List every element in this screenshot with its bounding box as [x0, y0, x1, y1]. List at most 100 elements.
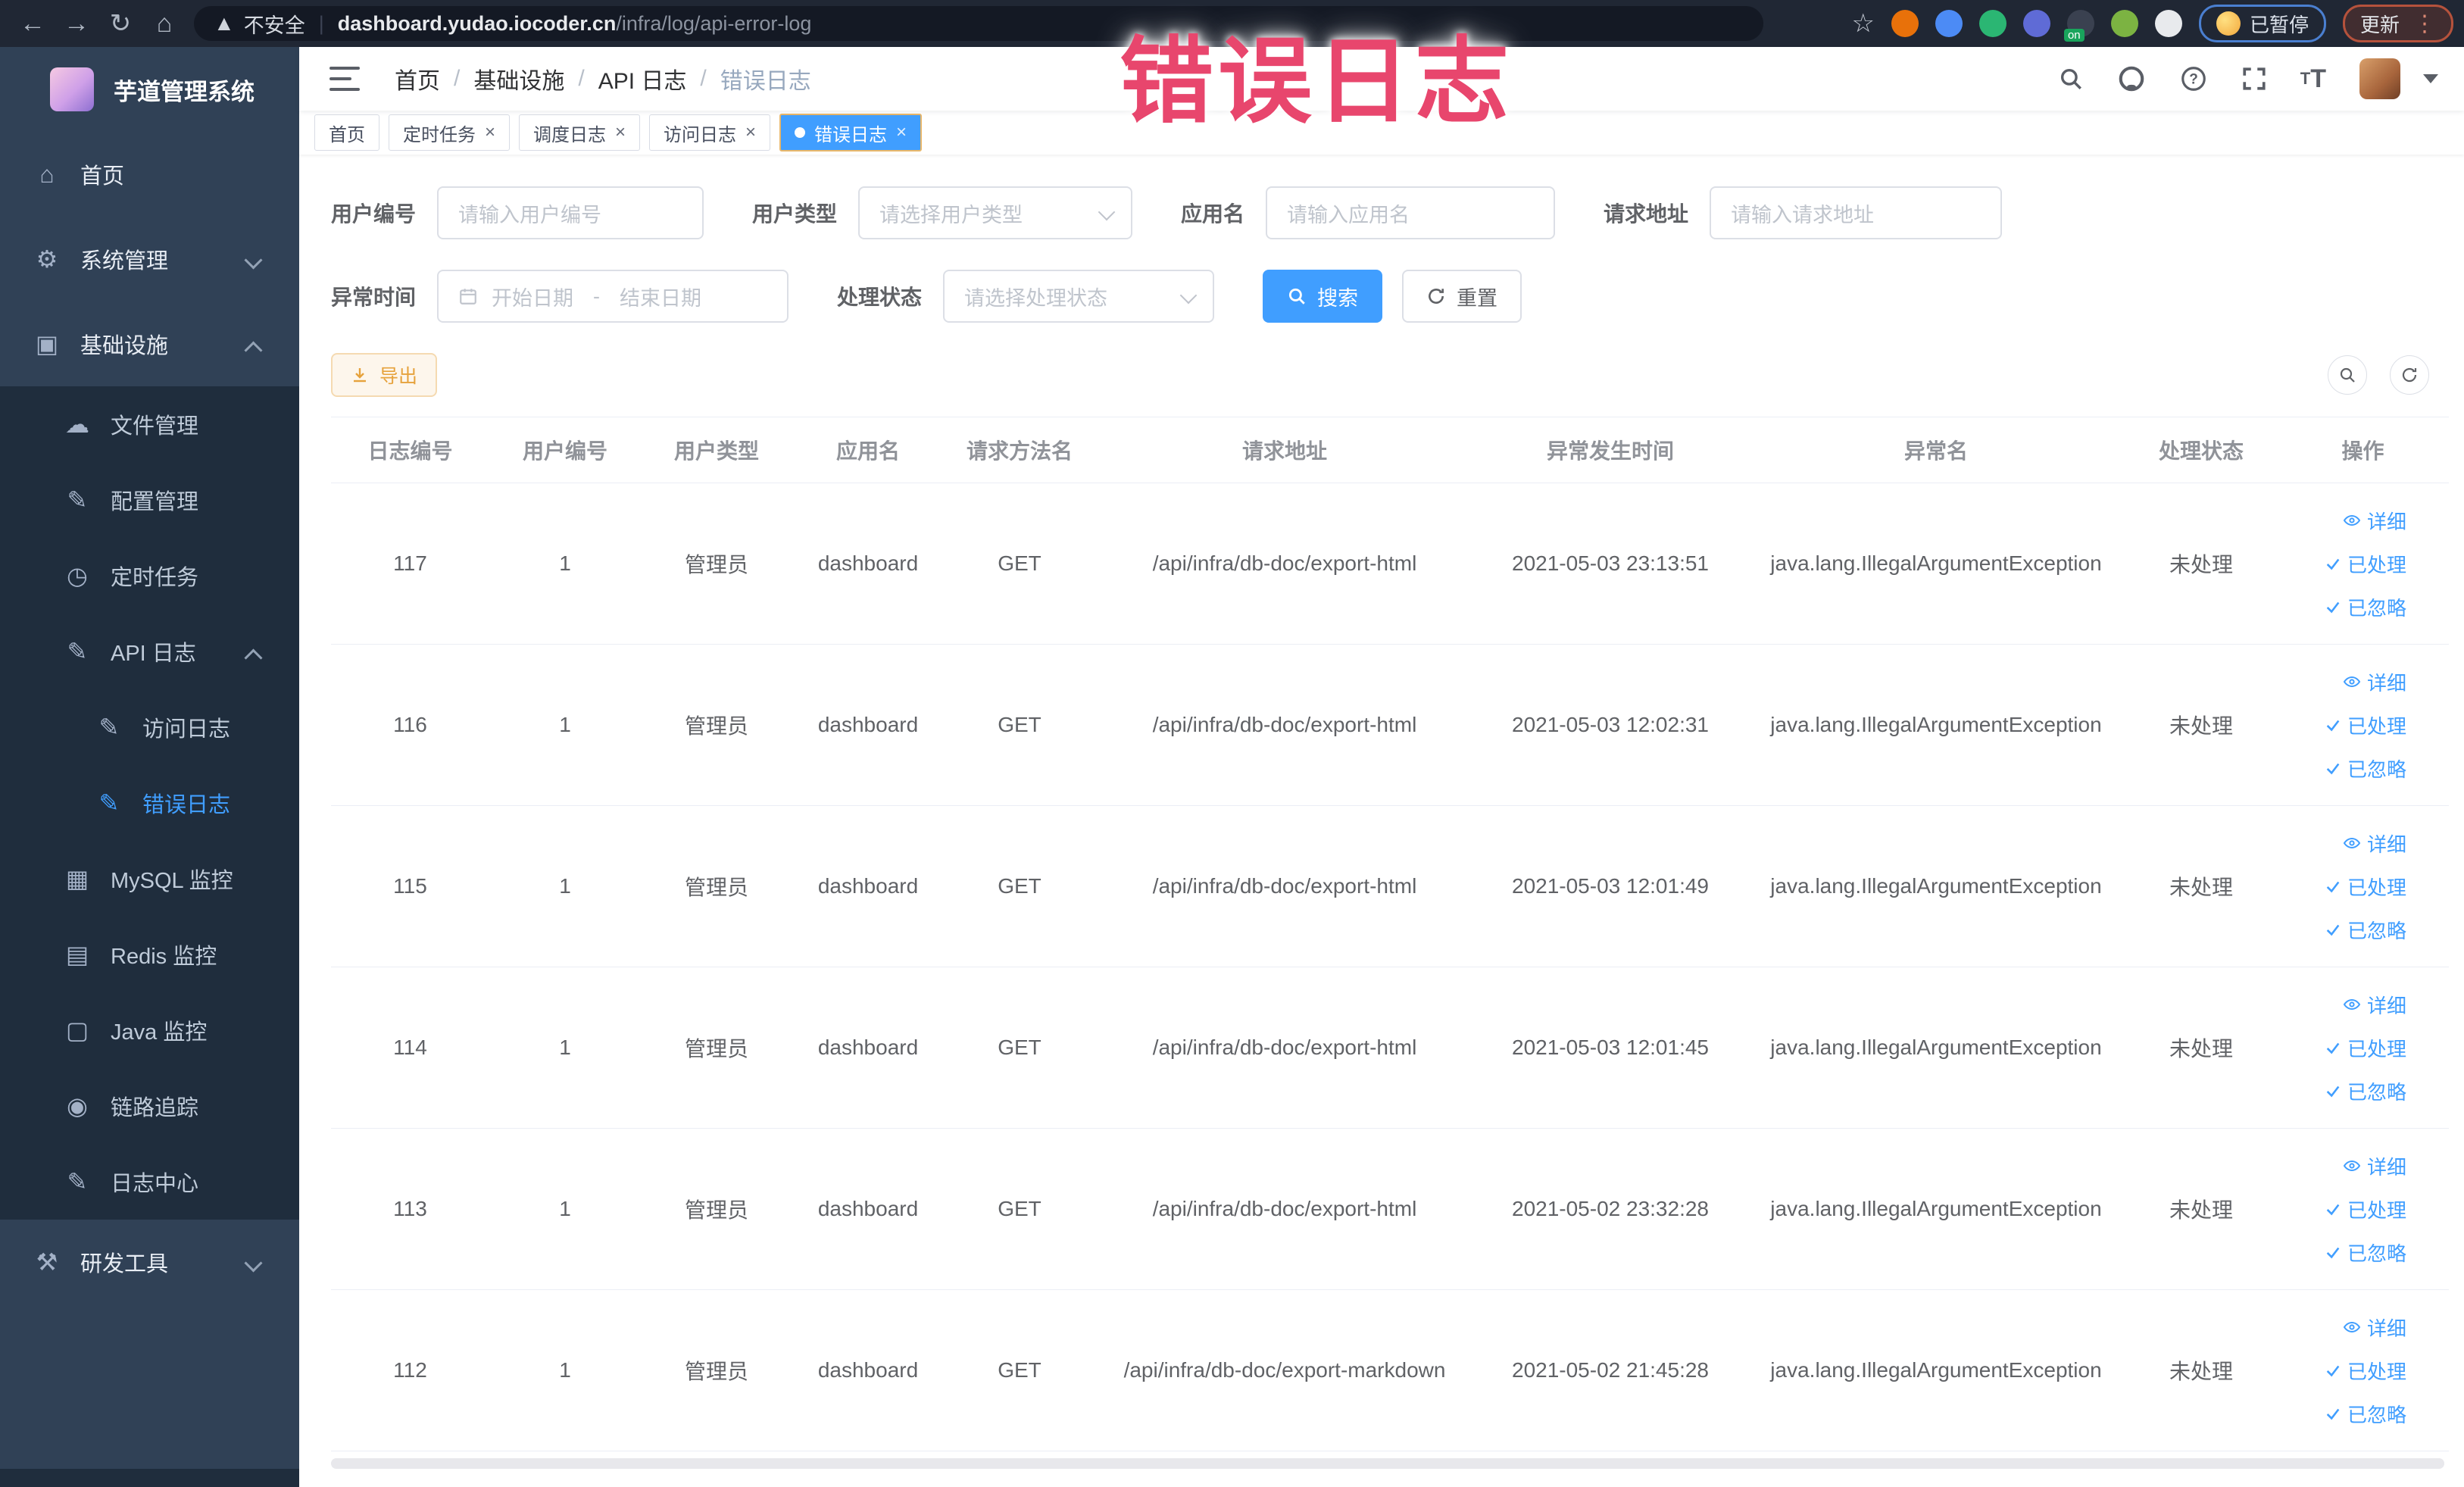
detail-link[interactable]: 详细 [2343, 507, 2406, 535]
action-label: 已处理 [2347, 1037, 2406, 1061]
processed-link[interactable]: 已处理 [2325, 711, 2406, 739]
cell-actions: 详细已处理已忽略 [2277, 644, 2449, 806]
sidebar-item-dev-tools[interactable]: ⚒ 研发工具 [0, 1220, 299, 1304]
cell-app: dashboard [792, 1128, 944, 1290]
address-bar[interactable]: ▲ 不安全 | dashboard.yudao.iocoder.cn /infr… [194, 6, 1763, 41]
sidebar-menu: ⌂ 首页 ⚙ 系统管理 ▣ 基础设施 ☁ 文件管理 ✎ 配置管理 ◷ 定时任务 ✎ API 日志 ✎ 访问日志… [0, 132, 299, 1304]
horizontal-scrollbar[interactable] [331, 1458, 2444, 1469]
processed-link[interactable]: 已处理 [2325, 1357, 2406, 1385]
breadcrumb-separator: / [454, 66, 461, 91]
cell-url: /api/infra/db-doc/export-html [1095, 483, 1474, 645]
processed-link[interactable]: 已处理 [2325, 873, 2406, 901]
cell-time: 2021-05-02 21:45:28 [1474, 1289, 1747, 1451]
sidebar-item-system-management[interactable]: ⚙ 系统管理 [0, 217, 299, 301]
ignored-link[interactable]: 已忽略 [2325, 1077, 2406, 1105]
sidebar-item-scheduled-jobs[interactable]: ◷ 定时任务 [0, 538, 299, 614]
tag-item[interactable]: 访问日志 × [649, 114, 771, 151]
reset-button[interactable]: 重置 [1402, 270, 1522, 323]
sidebar-item-label: 定时任务 [111, 566, 199, 590]
breadcrumb-item[interactable]: 首页 [395, 62, 440, 95]
app-logo-row[interactable]: 芋道管理系统 [0, 47, 299, 132]
extension-puzzle-icon[interactable] [2154, 10, 2182, 37]
sidebar-item-infrastructure[interactable]: ▣ 基础设施 [0, 301, 299, 386]
home-icon[interactable]: ⌂ [142, 9, 186, 39]
breadcrumb-item[interactable]: API 日志 [598, 62, 687, 95]
close-icon[interactable]: × [615, 123, 626, 142]
extension-grid-icon[interactable] [2022, 10, 2050, 37]
detail-link[interactable]: 详细 [2343, 1152, 2406, 1180]
processed-link[interactable]: 已处理 [2325, 1195, 2406, 1223]
sidebar-item-java-monitor[interactable]: ▢ Java 监控 [0, 992, 299, 1068]
close-icon[interactable]: × [745, 123, 756, 142]
tag-item[interactable]: 首页 [314, 114, 379, 151]
chevron-down-icon[interactable] [2423, 74, 2438, 83]
hamburger-icon[interactable] [329, 67, 360, 91]
processed-link[interactable]: 已处理 [2325, 1034, 2406, 1062]
app-name-input[interactable]: 请输入应用名 [1266, 186, 1556, 239]
ignored-link[interactable]: 已忽略 [2325, 916, 2406, 944]
forward-icon[interactable]: → [55, 9, 98, 39]
tag-item[interactable]: 错误日志 × [779, 114, 923, 152]
sidebar-item-access-log[interactable]: ✎ 访问日志 [0, 689, 299, 765]
sidebar-item-home[interactable]: ⌂ 首页 [0, 132, 299, 217]
bookmark-star-icon[interactable]: ☆ [1851, 8, 1874, 39]
search-button[interactable]: 搜索 [1263, 270, 1383, 323]
sidebar-item-trace[interactable]: ◉ 链路追踪 [0, 1068, 299, 1144]
tag-item[interactable]: 调度日志 × [519, 114, 641, 151]
update-chip[interactable]: 更新 ⋮ [2342, 5, 2453, 42]
ignored-link[interactable]: 已忽略 [2325, 1239, 2406, 1267]
sidebar-item-redis-monitor[interactable]: ▤ Redis 监控 [0, 917, 299, 992]
date-range-input[interactable]: 开始日期 - 结束日期 [437, 270, 789, 323]
logo-image [50, 67, 94, 111]
extension-leaf-icon[interactable] [2110, 10, 2138, 37]
check-icon [2326, 1042, 2340, 1054]
cell-id: 116 [331, 644, 489, 806]
exception-time-label: 异常时间 [331, 286, 417, 309]
detail-link[interactable]: 详细 [2343, 829, 2406, 858]
export-button[interactable]: 导出 [331, 353, 438, 397]
close-icon[interactable]: × [896, 123, 907, 142]
refresh-button[interactable] [2390, 355, 2429, 395]
sidebar-item-config-management[interactable]: ✎ 配置管理 [0, 462, 299, 538]
ignored-link[interactable]: 已忽略 [2325, 593, 2406, 621]
breadcrumb-item[interactable]: 基础设施 [473, 62, 564, 95]
sidebar-item-error-log[interactable]: ✎ 错误日志 [0, 765, 299, 841]
tag-label: 定时任务 [403, 124, 476, 145]
extension-location-icon[interactable] [1935, 10, 1963, 37]
tag-item[interactable]: 定时任务 × [389, 114, 511, 151]
detail-link[interactable]: 详细 [2343, 668, 2406, 696]
extension-orange-icon[interactable] [1891, 10, 1919, 37]
close-icon[interactable]: × [485, 123, 495, 142]
back-icon[interactable]: ← [11, 9, 55, 39]
sidebar-item-mysql-monitor[interactable]: ▦ MySQL 监控 [0, 841, 299, 917]
toggle-search-button[interactable] [2328, 355, 2367, 395]
fullscreen-icon[interactable] [2241, 66, 2267, 92]
extension-on-icon[interactable]: on [2063, 10, 2094, 42]
detail-link[interactable]: 详细 [2343, 1314, 2406, 1342]
ignored-link[interactable]: 已忽略 [2325, 754, 2406, 783]
process-status-select[interactable]: 请选择处理状态 [943, 270, 1215, 323]
extension-green-v-icon[interactable] [1978, 10, 2006, 37]
font-size-icon[interactable]: TT [2300, 64, 2326, 94]
detail-link[interactable]: 详细 [2343, 991, 2406, 1019]
browser-menu-icon[interactable]: ⋮ [2413, 11, 2436, 37]
check-icon [2326, 763, 2340, 775]
sidebar-item-api-log[interactable]: ✎ API 日志 [0, 614, 299, 689]
reload-icon[interactable]: ↻ [98, 8, 142, 39]
action-label: 详细 [2366, 833, 2406, 856]
sidebar-item-file-management[interactable]: ☁ 文件管理 [0, 386, 299, 462]
ignored-link[interactable]: 已忽略 [2325, 1400, 2406, 1428]
request-url-input[interactable]: 请输入请求地址 [1710, 186, 2003, 239]
help-icon[interactable]: ? [2179, 64, 2208, 93]
search-icon [2340, 367, 2355, 383]
search-icon[interactable] [2058, 66, 2084, 92]
column-header: 异常发生时间 [1474, 417, 1747, 483]
profile-chip[interactable]: 已暂停 [2198, 5, 2326, 42]
user-id-input[interactable]: 请输入用户编号 [437, 186, 704, 239]
github-icon[interactable] [2117, 64, 2146, 93]
user-avatar[interactable] [2359, 58, 2400, 99]
processed-link[interactable]: 已处理 [2325, 550, 2406, 578]
tag-label: 调度日志 [533, 124, 607, 145]
sidebar-item-log-center[interactable]: ✎ 日志中心 [0, 1144, 299, 1220]
user-type-select[interactable]: 请选择用户类型 [858, 186, 1133, 239]
